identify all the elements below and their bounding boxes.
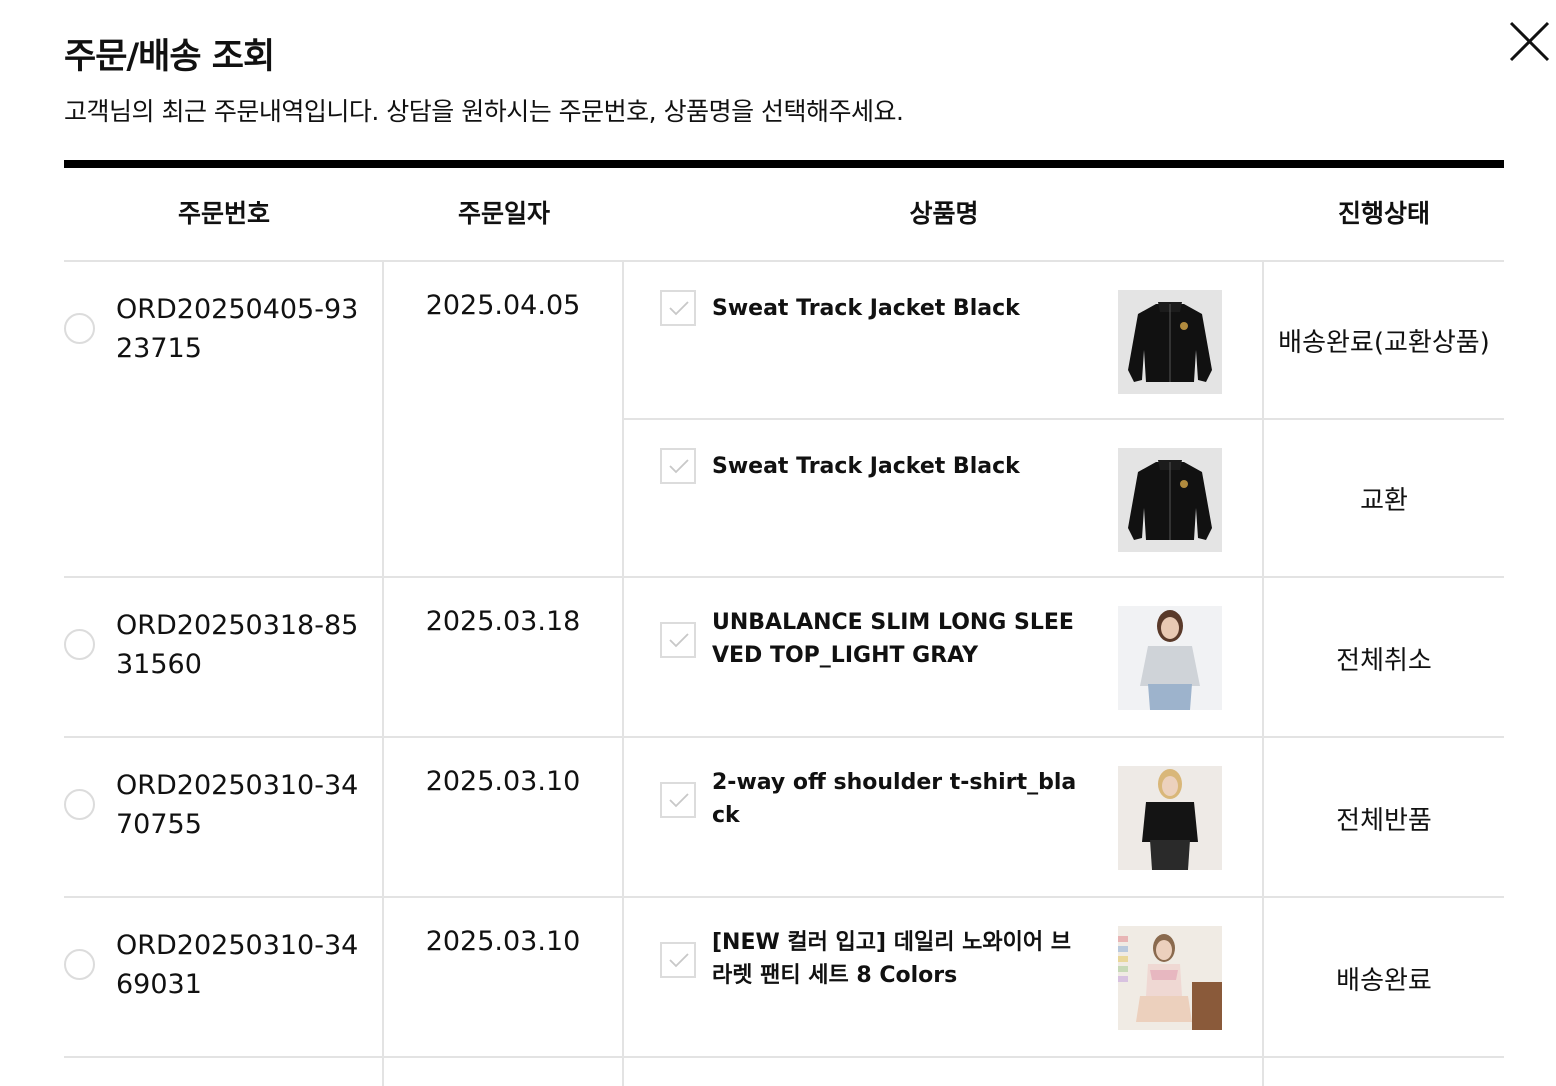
row-divider <box>64 1056 1504 1058</box>
order-number[interactable]: ORD20250310-3470755 <box>116 766 366 844</box>
product-name[interactable]: Sweat Track Jacket Black <box>712 450 1084 483</box>
product-name[interactable]: [NEW 컬러 입고] 데일리 노와이어 브라렛 팬티 세트 8 Colors <box>712 926 1084 992</box>
order-status: 배송완료(교환상품) <box>1278 328 1490 358</box>
item-checkbox[interactable] <box>660 622 696 658</box>
table-top-border <box>64 160 1504 168</box>
item-checkbox[interactable] <box>660 782 696 818</box>
order-radio[interactable] <box>64 313 95 344</box>
checkmark-icon <box>669 301 689 316</box>
close-icon[interactable] <box>1508 20 1552 64</box>
row-divider <box>64 896 1504 898</box>
product-thumbnail[interactable] <box>1118 290 1222 394</box>
product-thumbnail[interactable] <box>1118 926 1222 1030</box>
order-radio[interactable] <box>64 789 95 820</box>
order-status: 배송완료 <box>1336 966 1432 996</box>
row-divider <box>64 576 1504 578</box>
product-thumbnail[interactable] <box>1118 448 1222 552</box>
order-date: 2025.04.05 <box>425 290 581 321</box>
order-number[interactable]: ORD20250405-9323715 <box>116 290 366 368</box>
row-divider <box>64 736 1504 738</box>
order-status: 전체반품 <box>1336 806 1432 836</box>
row-divider <box>64 260 1504 262</box>
order-radio[interactable] <box>64 949 95 980</box>
column-divider <box>382 262 384 1086</box>
modal-subtitle: 고객님의 최근 주문내역입니다. 상담을 원하시는 주문번호, 상품명을 선택해… <box>64 97 904 126</box>
checkmark-icon <box>669 633 689 648</box>
checkmark-icon <box>669 793 689 808</box>
order-date: 2025.03.10 <box>425 766 581 797</box>
header-order-date: 주문일자 <box>457 199 550 228</box>
order-date: 2025.03.18 <box>425 606 581 637</box>
product-thumbnail[interactable] <box>1118 606 1222 710</box>
product-name[interactable]: 2-way off shoulder t-shirt_black <box>712 766 1084 832</box>
item-checkbox[interactable] <box>660 290 696 326</box>
product-name[interactable]: UNBALANCE SLIM LONG SLEEVED TOP_LIGHT GR… <box>712 606 1084 672</box>
order-radio[interactable] <box>64 629 95 660</box>
item-divider <box>624 418 1504 420</box>
item-checkbox[interactable] <box>660 942 696 978</box>
product-name[interactable]: Sweat Track Jacket Black <box>712 292 1084 325</box>
order-number[interactable]: ORD20250310-3469031 <box>116 926 366 1004</box>
header-product: 상품명 <box>909 199 979 228</box>
order-status: 교환 <box>1360 486 1408 516</box>
order-date: 2025.03.10 <box>425 926 581 957</box>
order-status: 전체취소 <box>1336 646 1432 676</box>
checkmark-icon <box>669 459 689 474</box>
product-thumbnail[interactable] <box>1118 766 1222 870</box>
modal-title: 주문/배송 조회 <box>64 37 275 77</box>
checkmark-icon <box>669 953 689 968</box>
header-order-no: 주문번호 <box>177 199 270 228</box>
order-number[interactable]: ORD20250318-8531560 <box>116 606 366 684</box>
header-status: 진행상태 <box>1337 199 1430 228</box>
column-divider <box>622 262 624 1086</box>
item-checkbox[interactable] <box>660 448 696 484</box>
